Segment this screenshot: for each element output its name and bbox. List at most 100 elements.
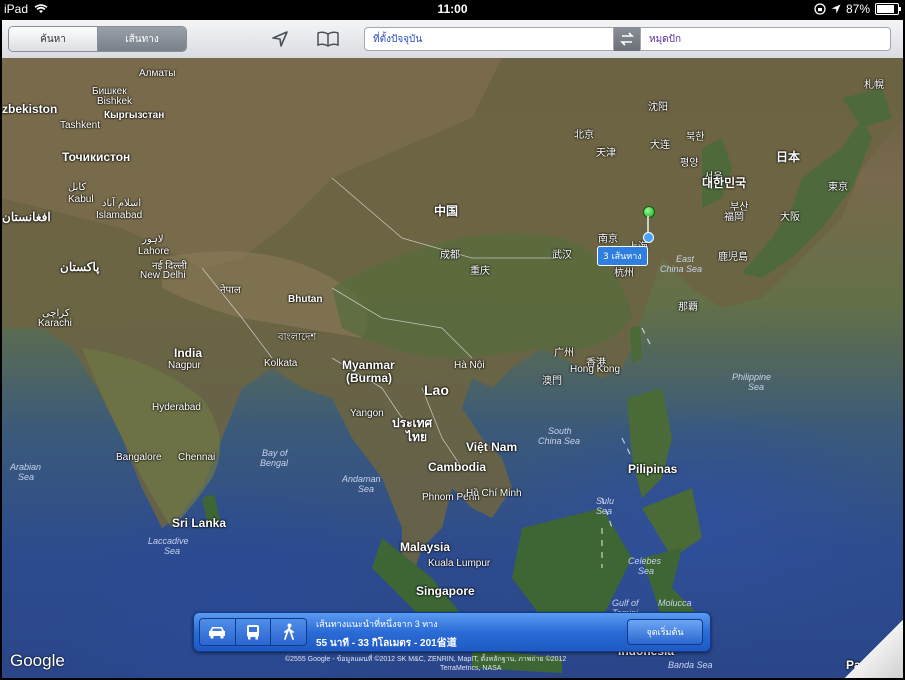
map-credits: ©2555 Google - ข้อมูลแผนที่ ©2012 SK M&C…	[285, 656, 567, 663]
location-arrow-icon	[272, 31, 288, 47]
map-label: Lahore	[138, 246, 170, 257]
map-label: Sea	[748, 382, 765, 392]
ipad-screen: iPad 11:00 87% ค้นหา เส้นทาง ที่ตั้งปัจจ…	[0, 0, 905, 680]
map-label: 대한민국	[702, 176, 747, 190]
start-button[interactable]: จุดเริ่มต้น	[627, 619, 703, 645]
map-label: Việt Nam	[466, 440, 518, 454]
map-label: Точикистон	[62, 150, 131, 164]
satellite-map[interactable]: Алматы Бишкек Bishkek Кыргызстан zbekist…	[2, 58, 903, 678]
map-label: Sri Lanka	[172, 516, 227, 530]
mode-transit[interactable]	[235, 619, 272, 645]
map-label: Sulu	[596, 496, 615, 506]
map-label: Кыргызстан	[104, 110, 165, 121]
map-label: नेपाल	[220, 285, 241, 296]
map-credits-line2: TerraMetrics, NASA	[440, 665, 502, 672]
map-label: کابل	[68, 182, 87, 193]
tab-directions[interactable]: เส้นทาง	[98, 27, 186, 51]
map-label: South	[548, 426, 572, 436]
map-label: Sea	[358, 484, 375, 494]
map-label: 沈阳	[648, 102, 668, 113]
map-label: Алматы	[139, 68, 176, 79]
clock: 11:00	[437, 2, 468, 16]
map-label: Gulf of	[612, 598, 639, 608]
map-label: Sea	[638, 566, 655, 576]
map-label: China Sea	[538, 436, 581, 446]
dropped-pin[interactable]	[643, 206, 655, 218]
swap-icon	[620, 32, 634, 46]
map-label: افغانستان	[2, 210, 51, 224]
map-label: Molucca	[658, 598, 692, 608]
route-summary-bar: เส้นทางแนะนำที่หนึ่งจาก 3 ทาง 55 นาที - …	[193, 612, 711, 652]
map-label: 평양	[680, 158, 699, 169]
tab-search[interactable]: ค้นหา	[9, 27, 98, 51]
route-stats: 55 นาที - 33 กิโลเมตร - 201省道	[316, 638, 457, 649]
map-label: Karachi	[38, 318, 72, 329]
map-label: 天津	[596, 148, 616, 159]
map-label: 广州	[554, 348, 574, 359]
map-label: Tashkent	[60, 120, 101, 131]
map-label: 南京	[598, 234, 618, 245]
route-count-bubble[interactable]: 3 เส้นทาง	[597, 246, 648, 266]
map-label: 北京	[574, 130, 594, 141]
end-location-field[interactable]: หมุดปัก	[640, 27, 891, 51]
map-label: لاہور	[142, 234, 164, 245]
map-label: 武汉	[552, 250, 572, 261]
map-label: Sea	[164, 546, 181, 556]
current-location-button[interactable]	[268, 28, 292, 50]
map-label: Bay of	[262, 448, 288, 458]
map-label: 福岡	[724, 212, 744, 223]
map-label: 북한	[686, 132, 705, 143]
map-label: Islamabad	[96, 210, 143, 221]
map-label: Yangon	[350, 408, 384, 419]
google-logo: Google	[10, 651, 65, 670]
map-label: zbekiston	[2, 102, 58, 116]
map-label: 東京	[828, 182, 848, 193]
map-label: ไทย	[406, 430, 427, 444]
route-description: เส้นทางแนะนำที่หนึ่งจาก 3 ทาง	[316, 619, 438, 629]
start-location-field[interactable]: ที่ตั้งปัจจุบัน	[364, 27, 614, 51]
map-label: اسلام آباد	[102, 198, 142, 209]
map-label: (Burma)	[346, 371, 393, 385]
location-arrow-icon	[831, 4, 841, 14]
map-label: Kuala Lumpur	[428, 558, 491, 569]
status-bar: iPad 11:00 87%	[0, 0, 905, 20]
page-curl[interactable]	[845, 620, 903, 678]
map-label: 鹿児島	[718, 252, 748, 263]
map-label: Pilipinas	[628, 462, 678, 476]
rotation-lock-icon	[814, 3, 826, 15]
bookmarks-icon	[317, 31, 339, 47]
map-label: پاکستان	[60, 260, 100, 274]
mode-walk[interactable]	[271, 619, 306, 645]
map-label: 那覇	[678, 302, 698, 313]
bus-icon	[247, 625, 259, 640]
map-label: 日本	[776, 150, 801, 164]
map-label: 澳門	[542, 376, 562, 387]
map-label: Arabian	[10, 462, 42, 472]
map-label: Bishkek	[97, 96, 133, 107]
maps-toolbar: ค้นหา เส้นทาง ที่ตั้งปัจจุบัน หมุดปัก	[2, 20, 903, 59]
map-label: Bhutan	[288, 294, 323, 305]
map-label: Banda Sea	[668, 660, 713, 670]
map-label: Lao	[424, 382, 449, 398]
transport-mode-selector	[199, 618, 307, 646]
map-label: India	[174, 346, 203, 360]
map-label: 大阪	[780, 212, 800, 223]
map-label: Sea	[596, 506, 613, 516]
swap-locations-button[interactable]	[614, 27, 640, 51]
map-label: 成都	[440, 250, 460, 261]
map-label: Bengal	[260, 458, 289, 468]
route-info: เส้นทางแนะนำที่หนึ่งจาก 3 ทาง 55 นาที - …	[316, 617, 457, 651]
bookmarks-button[interactable]	[316, 28, 340, 50]
map-label: Sea	[18, 472, 35, 482]
map-label: Chennai	[178, 452, 216, 463]
map-label: China Sea	[660, 264, 703, 274]
map-label: Kolkata	[264, 358, 298, 369]
map-label: Nagpur	[168, 360, 201, 371]
map-label: East	[676, 254, 695, 264]
map-label: Myanmar	[342, 358, 395, 372]
map-label: 杭州	[614, 268, 634, 279]
map-label: 重庆	[470, 266, 490, 277]
map-label: Cambodia	[428, 460, 487, 474]
mode-car[interactable]	[200, 619, 236, 645]
map-label: Philippine	[732, 372, 772, 382]
